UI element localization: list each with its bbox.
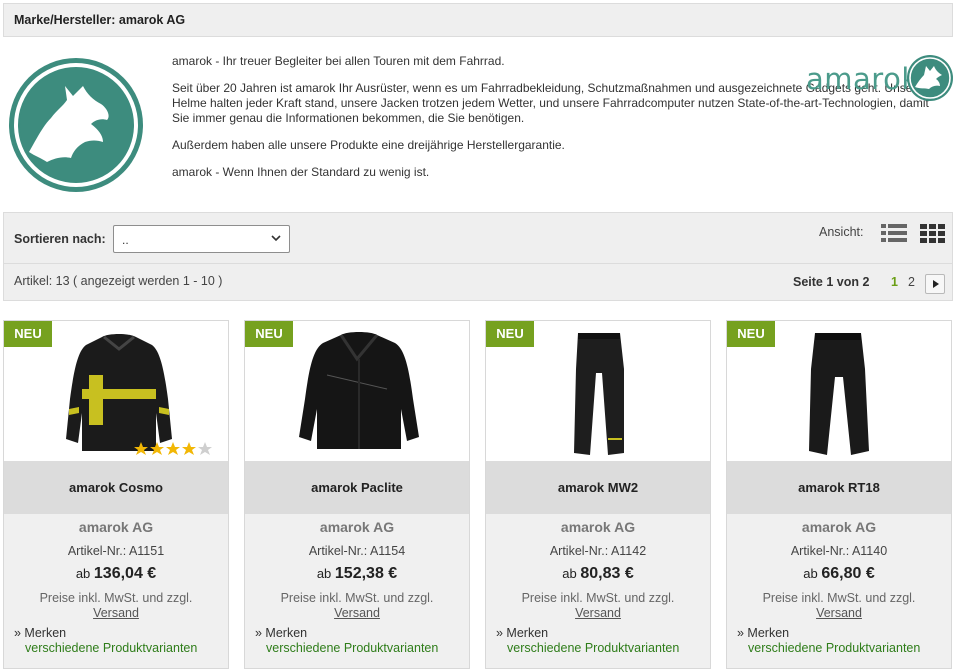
view-label: Ansicht: [819, 225, 864, 239]
new-badge: NEU [486, 321, 534, 347]
product-name[interactable]: amarok Paclite [245, 461, 469, 514]
tax-text: Preise inkl. MwSt. und zzgl. [39, 591, 193, 605]
product-price: ab 136,04 € [4, 565, 228, 583]
product-name[interactable]: amarok RT18 [727, 461, 951, 514]
price-prefix: ab [803, 566, 818, 581]
sort-toolbar: Sortieren nach: .. Ansicht: [3, 212, 953, 264]
amarok-wolf-logo [9, 58, 143, 192]
remember-link[interactable]: » Merken [14, 626, 66, 640]
price-value: 152,38 € [334, 565, 398, 582]
product-card[interactable]: NEU amarok RT18 amarok AG Artikel-Nr.: A… [726, 320, 952, 669]
tax-note: Preise inkl. MwSt. und zzgl. Versand [727, 591, 951, 621]
product-card[interactable]: NEU amarok Paclite amarok AG Artikel-Nr.… [244, 320, 470, 669]
rating-stars [134, 442, 212, 455]
product-details: amarok AG Artikel-Nr.: A1154 ab 152,38 €… [245, 514, 469, 668]
product-image[interactable]: NEU [486, 321, 710, 461]
brand-logo: amarok [806, 54, 956, 106]
price-prefix: ab [316, 566, 332, 581]
product-article-number: Artikel-Nr.: A1140 [790, 544, 888, 558]
article-count: Artikel: 13 ( angezeigt werden 1 - 10 ) [14, 274, 223, 288]
variants-link[interactable]: verschiedene Produktvarianten [748, 641, 920, 655]
jacket-image [66, 334, 172, 451]
variants-link[interactable]: verschiedene Produktvarianten [507, 641, 679, 655]
wolf-icon [907, 55, 953, 101]
next-page-button[interactable] [925, 274, 945, 294]
price-prefix: ab [562, 566, 577, 581]
product-name[interactable]: amarok MW2 [486, 461, 710, 514]
tax-text: Preise inkl. MwSt. und zzgl. [280, 591, 434, 605]
product-card[interactable]: NEU amarok MW2 amarok AG Artikel-Nr.: A1… [485, 320, 711, 669]
tax-text: Preise inkl. MwSt. und zzgl. [521, 591, 675, 605]
price-value: 66,80 € [821, 565, 875, 582]
product-maker: amarok AG [319, 519, 395, 535]
price-value: 136,04 € [93, 565, 157, 582]
tax-note: Preise inkl. MwSt. und zzgl. Versand [245, 591, 469, 621]
grid-view-icon[interactable] [920, 223, 946, 243]
product-details: amarok AG Artikel-Nr.: A1140 ab 66,80 € … [727, 514, 951, 668]
new-badge: NEU [245, 321, 293, 347]
product-maker: amarok AG [801, 519, 877, 535]
product-maker: amarok AG [78, 519, 154, 535]
tax-text: Preise inkl. MwSt. und zzgl. [762, 591, 916, 605]
trousers-image [809, 333, 869, 455]
shipping-link[interactable]: Versand [245, 606, 469, 621]
product-price: ab 66,80 € [727, 565, 951, 583]
listing-info-bar: Artikel: 13 ( angezeigt werden 1 - 10 ) … [3, 264, 953, 301]
sort-select-value: .. [122, 233, 129, 247]
intro-paragraph: amarok - Wenn Ihnen der Standard zu weni… [172, 165, 430, 179]
page-title: Marke/Hersteller: amarok AG [3, 3, 953, 37]
jacket-image [299, 332, 419, 449]
page-link-2[interactable]: 2 [908, 275, 915, 289]
intro-paragraph: Außerdem haben alle unsere Produkte eine… [172, 138, 565, 152]
product-image[interactable]: NEU [4, 321, 228, 461]
page-link-1[interactable]: 1 [891, 275, 898, 289]
product-details: amarok AG Artikel-Nr.: A1151 ab 136,04 €… [4, 514, 228, 668]
remember-link[interactable]: » Merken [496, 626, 548, 640]
list-view-icon[interactable] [881, 223, 907, 243]
product-name[interactable]: amarok Cosmo [4, 461, 228, 514]
page-indicator: Seite 1 von 2 [793, 275, 870, 289]
product-card[interactable]: NEU amarok Cosmo amarok AG Artikel-Nr.: … [3, 320, 229, 669]
product-image[interactable]: NEU [727, 321, 951, 461]
product-article-number: Artikel-Nr.: A1154 [308, 544, 406, 558]
remember-link[interactable]: » Merken [255, 626, 307, 640]
variants-link[interactable]: verschiedene Produktvarianten [25, 641, 197, 655]
price-prefix: ab [75, 566, 91, 581]
tax-note: Preise inkl. MwSt. und zzgl. Versand [4, 591, 228, 621]
tax-note: Preise inkl. MwSt. und zzgl. Versand [486, 591, 710, 621]
new-badge: NEU [4, 321, 52, 347]
chevron-down-icon [271, 235, 281, 242]
trousers-image [574, 333, 624, 455]
shipping-link[interactable]: Versand [486, 606, 710, 621]
variants-link[interactable]: verschiedene Produktvarianten [266, 641, 438, 655]
product-article-number: Artikel-Nr.: A1151 [67, 544, 165, 558]
brand-wordmark: amarok [806, 62, 919, 96]
new-badge: NEU [727, 321, 775, 347]
product-price: ab 80,83 € [486, 565, 710, 583]
product-price: ab 152,38 € [245, 565, 469, 583]
sort-label: Sortieren nach: [14, 232, 106, 246]
product-maker: amarok AG [560, 519, 636, 535]
product-image[interactable]: NEU [245, 321, 469, 461]
brand-intro: amarok - Ihr treuer Begleiter bei allen … [0, 40, 956, 210]
remember-link[interactable]: » Merken [737, 626, 789, 640]
product-details: amarok AG Artikel-Nr.: A1142 ab 80,83 € … [486, 514, 710, 668]
product-article-number: Artikel-Nr.: A1142 [549, 544, 647, 558]
shipping-link[interactable]: Versand [727, 606, 951, 621]
sort-select[interactable]: .. [113, 225, 290, 253]
price-value: 80,83 € [580, 565, 634, 582]
shipping-link[interactable]: Versand [4, 606, 228, 621]
